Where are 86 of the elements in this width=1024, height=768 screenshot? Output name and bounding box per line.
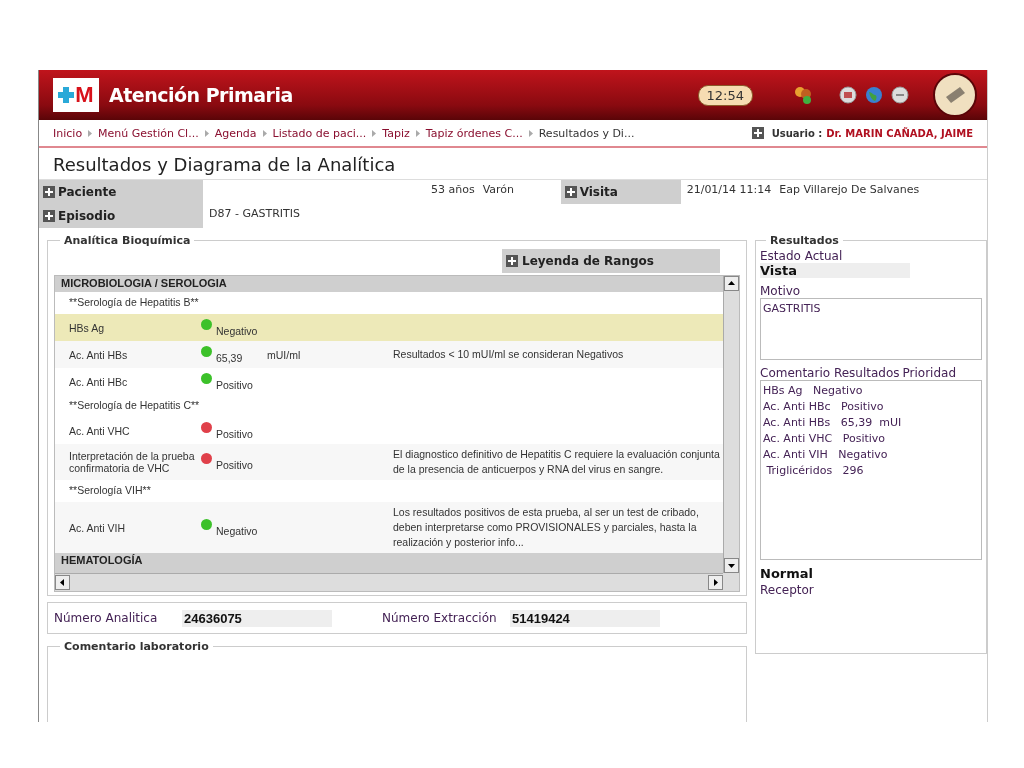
fieldset-legend: Resultados: [766, 234, 843, 247]
field-label: Estado Actual: [760, 249, 844, 263]
expand-icon[interactable]: [43, 210, 55, 222]
user-name: Dr. MARIN CAÑADA, JAIME: [826, 127, 973, 139]
patient-sex: Varón: [482, 182, 516, 196]
test-name: Ac. Anti VHC: [68, 424, 131, 437]
section-tab[interactable]: Visita: [560, 180, 681, 204]
result-value: 65,39: [216, 350, 243, 364]
breadcrumb-link[interactable]: Menú Gestión Cl...: [98, 126, 199, 140]
chevron-icon: [372, 129, 377, 137]
episode-value: D87 - GASTRITIS: [209, 206, 300, 220]
field-label: Número Analitica: [54, 611, 159, 625]
field-label: Comentario Resultados: [760, 366, 900, 380]
horizontal-scrollbar[interactable]: [55, 573, 723, 591]
note-text: El diagnostico definitivo de Hepatitis C requiere la evaluación conjunta de la presencia de anticuerpos y RNA del virus en sangre.: [393, 448, 720, 475]
note-text: Los resultados positivos de esta prueba, al ser un test de cribado, deben interpretarse como PROVISIONALES y parciales, hasta la realización y posterior info...: [393, 506, 699, 548]
section-header: MICROBIOLOGIA / SEROLOGIA: [55, 276, 723, 292]
comment-field[interactable]: HBs Ag Negativo Ac. Anti HBc Positivo Ac. Anti HBs 65,39 mUI Ac. Anti VHC Positivo Ac. Anti VIH Negativo Triglicéridos 296: [760, 380, 982, 560]
clock: 12:54: [697, 84, 753, 106]
result-value: Negativo: [216, 323, 258, 337]
range-legend-button[interactable]: Leyenda de Rangos: [502, 249, 720, 273]
visit-datetime: 21/01/14 11:14: [686, 182, 772, 196]
scroll-right-icon[interactable]: [708, 575, 723, 590]
priority-value: Normal: [760, 566, 814, 581]
cross-icon: [58, 87, 75, 103]
chevron-icon: [262, 129, 267, 137]
result-value: Negativo: [216, 523, 258, 537]
test-name: Ac. Anti VIH: [68, 521, 127, 534]
breadcrumb-link[interactable]: Resultados y Di...: [538, 126, 635, 140]
user-label: Usuario :: [771, 127, 823, 139]
result-row[interactable]: Ac. Anti VIH Negativo Los resultados positivos de esta prueba, al ser un test de cribado, deben interpretarse como PROVISIONALES y parciales, hasta la realización y posterior info...: [55, 502, 723, 553]
unit-text: mUI/ml: [267, 348, 301, 361]
test-name: Interpretación de la prueba confirmatoria de VHC: [68, 450, 196, 474]
group-label: **Serología de Hepatitis B**: [69, 296, 199, 308]
field-label: Motivo: [760, 284, 802, 298]
group-label: **Serología VIH**: [69, 484, 151, 496]
breadcrumb-link[interactable]: Tapiz: [382, 126, 410, 140]
scroll-left-icon[interactable]: [55, 575, 70, 590]
field-label: Receptor: [760, 583, 815, 597]
reason-field[interactable]: GASTRITIS: [760, 298, 982, 360]
chevron-icon: [204, 129, 209, 137]
chevron-icon: [415, 129, 420, 137]
vertical-scrollbar[interactable]: [723, 276, 739, 573]
breadcrumb-link[interactable]: Listado de paci...: [272, 126, 367, 140]
section-tab[interactable]: Episodio: [39, 204, 203, 228]
result-value: Positivo: [216, 426, 253, 440]
logo: M: [53, 78, 99, 112]
visit-center: Eap Villarejo De Salvanes: [779, 182, 920, 196]
group-label: **Serología de Hepatitis C**: [69, 399, 200, 411]
result-row[interactable]: Ac. Anti HBs 65,39 mUI/ml Resultados < 10 mUI/ml se consideran Negativos: [55, 341, 723, 368]
chevron-icon: [528, 129, 533, 137]
status-value: Vista: [760, 263, 910, 278]
round-icon[interactable]: [839, 86, 857, 104]
expand-icon[interactable]: [43, 186, 55, 198]
extraction-number: 51419424: [510, 609, 660, 627]
scroll-down-icon[interactable]: [724, 558, 739, 573]
app-title: Atención Primaria: [109, 84, 293, 106]
users-icon[interactable]: [793, 85, 813, 105]
field-label: Prioridad: [902, 366, 957, 380]
globe-icon[interactable]: [865, 86, 883, 104]
fieldset-legend: Analítica Bioquímica: [60, 234, 195, 247]
breadcrumb-link[interactable]: Inicio: [53, 126, 83, 140]
scrollbar-corner: [723, 573, 739, 591]
result-value: Positivo: [216, 377, 253, 391]
test-name: Ac. Anti HBs: [68, 348, 129, 361]
patient-age: 53 años: [431, 182, 475, 196]
result-value: Positivo: [216, 458, 253, 471]
expand-icon[interactable]: [506, 255, 518, 267]
expand-icon[interactable]: [751, 127, 764, 139]
result-row[interactable]: HBs Ag Negativo: [55, 314, 723, 341]
field-label: Número Extracción: [382, 611, 498, 625]
note-text: Resultados < 10 mUI/ml se consideran Negativos: [393, 348, 625, 360]
test-name: HBs Ag: [68, 321, 106, 334]
breadcrumb-link[interactable]: Tapiz órdenes C...: [425, 126, 523, 140]
analysis-number: 24636075: [182, 609, 332, 627]
breadcrumb-link[interactable]: Agenda: [214, 126, 257, 140]
round-icon[interactable]: [891, 86, 909, 104]
book-icon[interactable]: [933, 73, 977, 117]
fieldset-legend: Comentario laboratorio: [60, 640, 213, 653]
section-tab[interactable]: Paciente: [39, 180, 203, 204]
chevron-icon: [88, 129, 93, 137]
expand-icon[interactable]: [564, 186, 577, 198]
scroll-up-icon[interactable]: [724, 276, 739, 291]
section-header: HEMATOLOGÍA: [55, 553, 723, 573]
result-row[interactable]: Interpretación de la prueba confirmatoria de VHC Positivo El diagnostico definitivo de Hepatitis C requiere la evaluación conjunta de la presencia de anticuerpos y RNA del virus en sangre.: [55, 444, 723, 480]
test-name: Ac. Anti HBc: [68, 375, 129, 388]
